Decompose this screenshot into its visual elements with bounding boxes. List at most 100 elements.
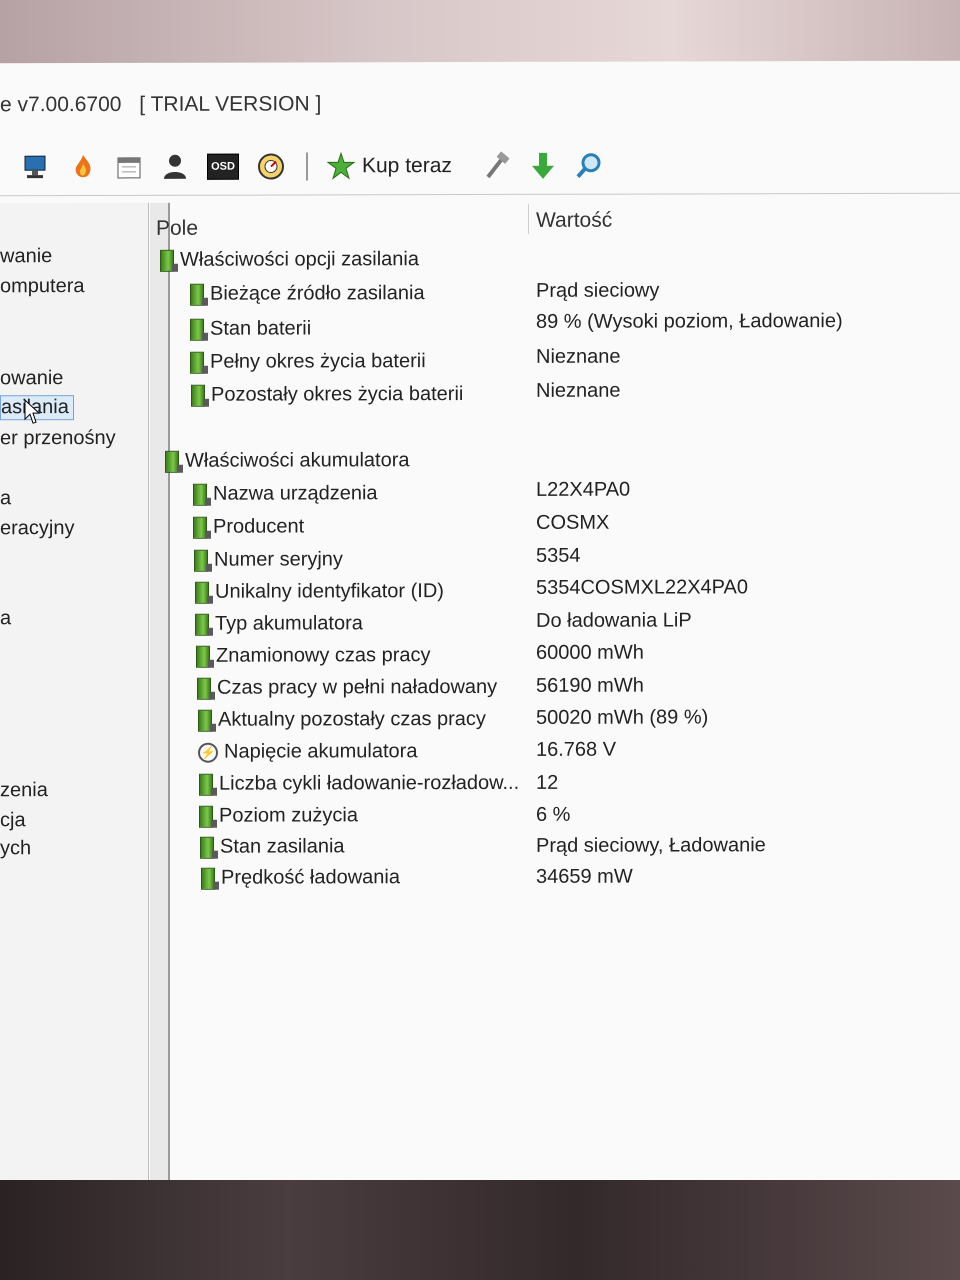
table-row[interactable]: Pełny okres życia baterii <box>190 350 426 374</box>
user-icon[interactable] <box>160 152 190 182</box>
osd-icon[interactable]: OSD <box>206 152 240 182</box>
table-row[interactable]: Czas pracy w pełni naładowany <box>197 676 497 700</box>
sidebar-item[interactable]: er przenośny <box>0 427 116 450</box>
sidebar-item[interactable]: ych <box>0 837 31 860</box>
table-row[interactable]: Nazwa urządzenia <box>193 482 378 506</box>
table-row[interactable]: Stan baterii <box>190 317 312 341</box>
battery-icon <box>193 516 207 539</box>
table-row[interactable]: Pozostały okres życia baterii <box>191 383 463 407</box>
fire-icon[interactable] <box>68 152 98 182</box>
partial-icon[interactable] <box>0 152 6 182</box>
group-title: Właściwości opcji zasilania <box>180 248 419 271</box>
table-row[interactable]: Prędkość ładowania <box>201 866 400 890</box>
field-label: Stan zasilania <box>220 835 345 858</box>
table-row[interactable]: Unikalny identyfikator (ID) <box>195 580 444 604</box>
group-row[interactable]: Właściwości akumulatora <box>165 449 410 473</box>
sidebar-item[interactable]: a <box>0 487 11 510</box>
battery-icon <box>196 645 210 668</box>
group-row[interactable]: Właściwości opcji zasilania <box>160 248 419 272</box>
window-title: e v7.00.6700 [ TRIAL VERSION ] <box>0 91 900 127</box>
field-value: 12 <box>536 771 559 794</box>
content-border <box>168 202 170 1183</box>
table-row[interactable]: Bieżące źródło zasilania <box>190 282 425 306</box>
field-label: Znamionowy czas pracy <box>216 644 431 667</box>
battery-icon <box>195 581 209 604</box>
field-label: Typ akumulatora <box>215 612 363 635</box>
calendar-icon[interactable] <box>114 152 144 182</box>
sidebar-item[interactable]: eracyjny <box>0 517 74 540</box>
table-row[interactable]: Stan zasilania <box>200 835 345 859</box>
field-label: Unikalny identyfikator (ID) <box>215 580 444 603</box>
voltage-bolt-icon: ⚡ <box>198 742 218 763</box>
field-label: Liczba cykli ładowanie-rozładow... <box>219 771 520 795</box>
sidebar-item[interactable]: a <box>0 607 11 630</box>
battery-icon <box>190 351 204 374</box>
gauge-icon[interactable] <box>256 152 286 182</box>
table-row[interactable]: Znamionowy czas pracy <box>196 644 431 668</box>
field-value: 6 % <box>536 803 571 826</box>
app-window: e v7.00.6700 [ TRIAL VERSION ] OSD Kup t… <box>0 60 960 1186</box>
column-header-value[interactable]: Wartość <box>536 209 612 233</box>
field-value: 16.768 V <box>536 738 617 761</box>
sidebar-tree[interactable]: wanie omputera owanie asilania er przeno… <box>0 202 149 1184</box>
network-icon[interactable] <box>22 152 52 182</box>
field-label: Napięcie akumulatora <box>224 740 418 763</box>
magnifier-icon[interactable] <box>574 151 604 181</box>
table-row[interactable]: Poziom zużycia <box>199 804 358 828</box>
table-row[interactable]: Numer seryjny <box>194 548 343 572</box>
field-value: L22X4PA0 <box>536 478 631 501</box>
star-icon <box>326 151 356 180</box>
battery-icon <box>193 483 207 506</box>
table-row[interactable]: Typ akumulatora <box>195 612 363 636</box>
field-label: Bieżące źródło zasilania <box>210 282 425 305</box>
buy-now-label: Kup teraz <box>362 154 452 178</box>
sidebar-item[interactable]: omputera <box>0 275 85 298</box>
battery-icon <box>195 613 209 636</box>
title-trial: [ TRIAL VERSION ] <box>139 92 322 116</box>
download-arrow-icon[interactable] <box>528 151 558 181</box>
splitter[interactable] <box>150 202 168 1183</box>
battery-icon <box>199 805 213 828</box>
battery-icon <box>191 384 205 407</box>
field-label: Aktualny pozostały czas pracy <box>218 707 486 731</box>
field-value: 89 % (Wysoki poziom, Ładowanie) <box>536 310 843 333</box>
table-row[interactable]: Aktualny pozostały czas pracy <box>198 708 486 732</box>
battery-icon <box>190 318 204 341</box>
tools-icon[interactable] <box>482 151 512 181</box>
sidebar-item[interactable]: cja <box>0 809 26 832</box>
field-label: Pełny okres życia baterii <box>210 350 426 373</box>
battery-icon <box>198 709 212 732</box>
sidebar-item[interactable]: wanie <box>0 245 52 268</box>
field-value: Prąd sieciowy <box>536 279 660 302</box>
field-value: 56190 mWh <box>536 674 644 697</box>
field-label: Nazwa urządzenia <box>213 482 378 505</box>
field-value: 5354 <box>536 544 581 567</box>
group-title: Właściwości akumulatora <box>185 449 410 472</box>
buy-now-button[interactable]: Kup teraz <box>326 151 452 181</box>
field-value: Prąd sieciowy, Ładowanie <box>536 834 766 857</box>
table-row[interactable]: ⚡ Napięcie akumulatora <box>198 740 417 764</box>
battery-icon <box>199 773 213 796</box>
table-row[interactable]: Producent <box>193 515 305 539</box>
column-header-field[interactable]: Pole <box>156 217 198 241</box>
field-label: Producent <box>213 515 305 538</box>
title-version: e v7.00.6700 <box>0 92 122 117</box>
osd-label: OSD <box>207 153 239 180</box>
field-label: Stan baterii <box>210 317 312 340</box>
field-value: 34659 mW <box>536 865 633 888</box>
battery-icon <box>201 867 215 890</box>
field-label: Pozostały okres życia baterii <box>211 383 464 406</box>
field-value: 60000 mWh <box>536 641 644 664</box>
field-value: COSMX <box>536 511 610 534</box>
sidebar-item[interactable]: owanie <box>0 367 63 390</box>
field-label: Czas pracy w pełni naładowany <box>217 675 498 699</box>
background-blur <box>0 0 960 70</box>
background-desk <box>0 1180 960 1280</box>
column-header-divider[interactable] <box>528 203 529 234</box>
field-label: Numer seryjny <box>214 548 343 571</box>
battery-icon <box>165 450 179 473</box>
table-row[interactable]: Liczba cykli ładowanie-rozładow... <box>199 772 519 796</box>
toolbar-separator <box>306 152 308 181</box>
field-label: Prędkość ładowania <box>221 866 400 889</box>
sidebar-item[interactable]: zenia <box>0 779 48 802</box>
